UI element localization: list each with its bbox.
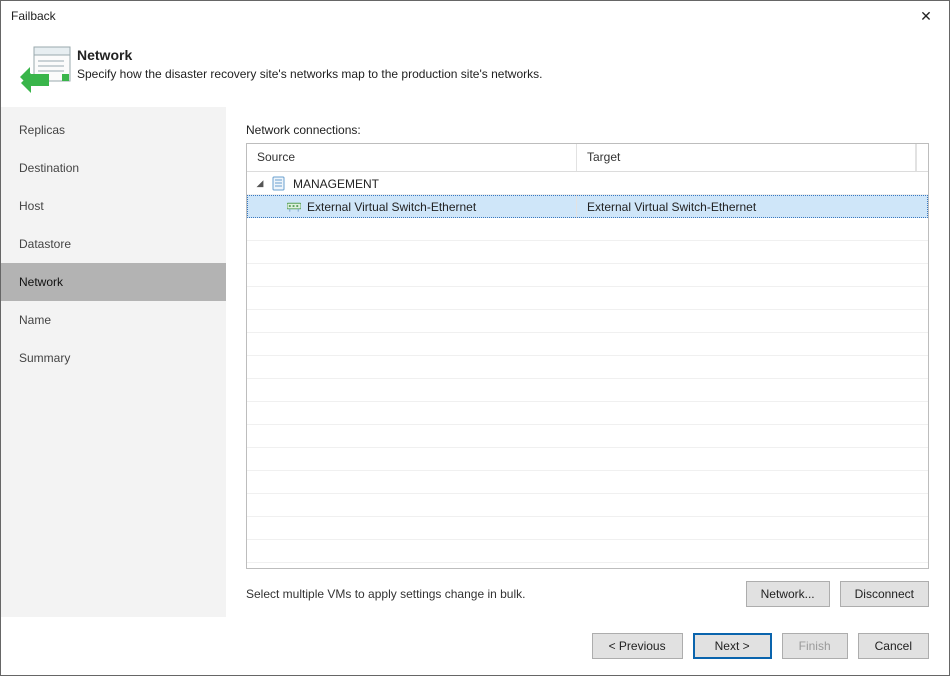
- close-button[interactable]: ✕: [903, 1, 949, 31]
- sidebar-item-host[interactable]: Host: [1, 187, 226, 225]
- next-button[interactable]: Next >: [693, 633, 772, 659]
- column-resize-handle[interactable]: [916, 144, 928, 171]
- wizard-sidebar: Replicas Destination Host Datastore Netw…: [1, 107, 226, 617]
- sidebar-item-network[interactable]: Network: [1, 263, 226, 301]
- title-bar: Failback ✕: [1, 1, 949, 31]
- sidebar-item-datastore[interactable]: Datastore: [1, 225, 226, 263]
- wizard-header: Network Specify how the disaster recover…: [1, 31, 949, 107]
- disconnect-button[interactable]: Disconnect: [840, 581, 929, 607]
- sidebar-item-destination[interactable]: Destination: [1, 149, 226, 187]
- target-network-label: External Virtual Switch-Ethernet: [587, 200, 756, 214]
- cell-source: External Virtual Switch-Ethernet: [247, 195, 577, 218]
- table-header: Source Target: [247, 144, 928, 172]
- parent-node-label: MANAGEMENT: [291, 177, 379, 191]
- finish-button: Finish: [782, 633, 848, 659]
- wizard-body: Replicas Destination Host Datastore Netw…: [1, 107, 949, 617]
- collapse-toggle-icon[interactable]: ◢: [255, 178, 265, 189]
- table-body[interactable]: ◢ MANAGEMENT: [247, 172, 928, 568]
- close-icon: ✕: [920, 8, 932, 25]
- wizard-icon: [17, 43, 77, 93]
- source-network-label: External Virtual Switch-Ethernet: [307, 200, 476, 214]
- network-button[interactable]: Network...: [746, 581, 830, 607]
- sidebar-item-name[interactable]: Name: [1, 301, 226, 339]
- bulk-hint-text: Select multiple VMs to apply settings ch…: [246, 587, 525, 601]
- wizard-header-text: Network Specify how the disaster recover…: [77, 43, 933, 93]
- wizard-content: Network connections: Source Target ◢: [226, 107, 949, 617]
- column-header-source[interactable]: Source: [247, 144, 577, 171]
- sidebar-item-replicas[interactable]: Replicas: [1, 111, 226, 149]
- cancel-button[interactable]: Cancel: [858, 633, 929, 659]
- table-help-bar: Select multiple VMs to apply settings ch…: [246, 581, 929, 607]
- wizard-title: Network: [77, 47, 933, 63]
- network-table: Source Target ◢: [246, 143, 929, 569]
- cell-target: External Virtual Switch-Ethernet: [577, 200, 928, 214]
- sidebar-item-summary[interactable]: Summary: [1, 339, 226, 377]
- wizard-footer: < Previous Next > Finish Cancel: [1, 617, 949, 675]
- table-row-parent[interactable]: ◢ MANAGEMENT: [247, 172, 928, 195]
- server-icon: [271, 177, 285, 191]
- network-switch-icon: [287, 200, 301, 214]
- section-label: Network connections:: [246, 123, 929, 137]
- previous-button[interactable]: < Previous: [592, 633, 683, 659]
- table-row-child-selected[interactable]: External Virtual Switch-Ethernet Externa…: [247, 195, 928, 218]
- window-title: Failback: [11, 9, 56, 23]
- wizard-description: Specify how the disaster recovery site's…: [77, 67, 933, 81]
- failback-dialog: Failback ✕ Network Specify how the disas…: [0, 0, 950, 676]
- column-header-target[interactable]: Target: [577, 144, 916, 171]
